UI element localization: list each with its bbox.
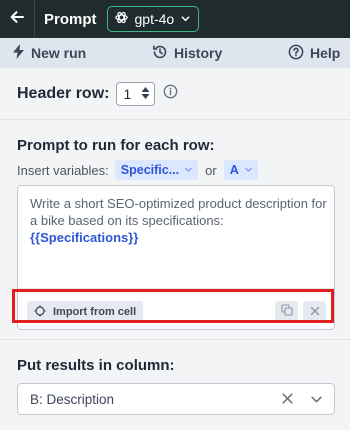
toolbar: New run History Help [0,38,350,68]
results-column-value: B: Description [30,391,115,407]
variable-chip-column-a[interactable]: A [223,160,258,180]
section-divider [0,339,350,340]
prompt-title: Prompt to run for each row: [17,137,215,154]
chevron-down-icon [184,163,193,177]
header-row-value: 1 [123,86,132,102]
insert-variables-label: Insert variables: [17,162,109,178]
header-row-stepper[interactable]: 1 [116,82,156,106]
variable-chip-specifications[interactable]: Specific... [114,160,199,180]
openai-icon [114,10,129,28]
close-icon[interactable] [281,392,294,408]
chevron-down-icon [244,163,253,177]
results-title: Put results in column: [17,357,175,374]
help-circle-icon [288,44,304,63]
history-icon [152,44,168,63]
new-run-label: New run [31,45,87,61]
chip-label: Specific... [120,163,180,177]
back-button[interactable] [0,0,34,38]
page-title: Prompt [44,10,97,28]
header-row-setting: Header row: 1 [17,80,178,108]
history-label: History [174,45,223,61]
chip-label: A [229,163,239,177]
highlight-box [12,289,334,323]
info-icon[interactable] [163,84,178,104]
header-row-label: Header row: [17,85,110,102]
new-run-button[interactable]: New run [12,44,86,62]
prompt-variable: {{Specifications}} [30,230,139,245]
title-divider [34,0,35,38]
results-column-select[interactable]: B: Description [17,383,335,415]
model-label: gpt-4o [134,11,175,27]
prompt-body: Write a short SEO-optimized product desc… [30,196,327,228]
chevron-down-icon[interactable] [310,393,323,409]
model-selector[interactable]: gpt-4o [106,6,200,32]
section-divider [0,119,350,120]
insert-variables-row: Insert variables: Specific... or A [17,159,258,181]
prompt-text[interactable]: Write a short SEO-optimized product desc… [30,195,330,246]
help-label: Help [310,45,341,61]
help-button[interactable]: Help [288,44,340,63]
title-bar: Prompt gpt-4o [0,0,350,38]
history-button[interactable]: History [152,44,222,63]
lightning-icon [12,44,25,62]
chevron-down-icon [180,11,191,27]
arrow-left-icon [9,9,25,30]
stepper-arrows-icon[interactable] [141,86,150,103]
or-label: or [205,162,217,178]
